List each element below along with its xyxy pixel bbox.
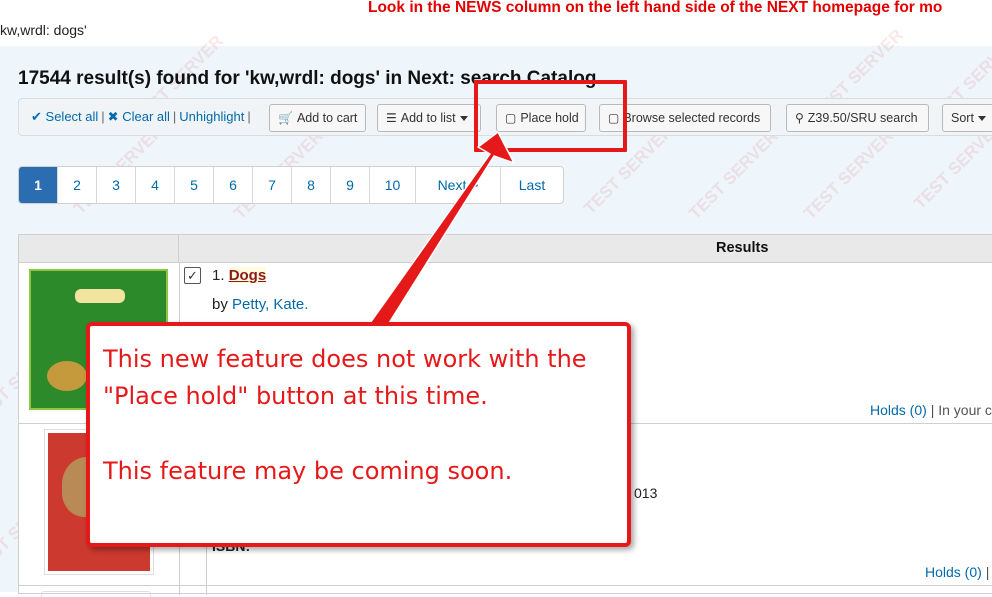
place-hold-highlight-box — [474, 80, 627, 152]
list-icon: ☰ — [386, 111, 397, 125]
page-5[interactable]: 5 — [175, 167, 214, 203]
z3950-label: Z39.50/SRU search — [807, 111, 918, 125]
publication-date-fragment: 013 — [634, 485, 658, 501]
clear-all-label: Clear all — [122, 109, 170, 124]
add-to-list-button[interactable]: ☰ Add to list — [377, 104, 481, 132]
separator: | — [985, 564, 990, 580]
results-column-header: Results — [179, 235, 992, 263]
clear-all-link[interactable]: ✖ Clear all — [108, 109, 170, 124]
holds-info: Holds (0) | In your c — [870, 402, 992, 418]
callout-line: This new feature does not work with the — [103, 345, 587, 373]
result-author-line: by Petty, Kate. — [212, 296, 308, 313]
callout-gap — [103, 415, 627, 453]
search-icon: ⚲ — [795, 111, 804, 125]
sort-label: Sort — [951, 111, 974, 125]
next-page-link[interactable]: Next > — [416, 167, 501, 203]
page-4[interactable]: 4 — [136, 167, 175, 203]
row-divider — [19, 585, 992, 586]
unhighlight-link[interactable]: Unhighlight — [179, 109, 244, 124]
callout-line: This feature may be coming soon. — [103, 457, 513, 485]
select-all-label: Select all — [45, 109, 99, 124]
author-link[interactable]: Petty, Kate. — [232, 296, 308, 313]
annotation-callout: This new feature does not work with the … — [86, 322, 631, 547]
add-to-list-label: Add to list — [400, 111, 456, 125]
news-banner: Look in the NEWS column on the left hand… — [368, 0, 943, 16]
page-1[interactable]: 1 — [19, 167, 58, 203]
author-prefix: by — [212, 296, 228, 313]
cover-title-art — [75, 289, 125, 303]
cover-dog-art — [47, 361, 87, 391]
page-3[interactable]: 3 — [97, 167, 136, 203]
add-to-cart-button[interactable]: 🛒 Add to cart — [269, 104, 366, 132]
in-your-cart-text: | In your c — [930, 402, 992, 418]
x-icon: ✖ — [107, 109, 119, 124]
page-2[interactable]: 2 — [58, 167, 97, 203]
separator: | — [247, 109, 251, 124]
page-9[interactable]: 9 — [331, 167, 370, 203]
holds-info: Holds (0) | — [925, 564, 989, 580]
select-all-link[interactable]: ✔ Select all — [31, 109, 98, 124]
result-title-link[interactable]: Dogs — [228, 267, 267, 284]
separator: | — [101, 109, 105, 124]
page-8[interactable]: 8 — [292, 167, 331, 203]
pagination: 1 2 3 4 5 6 7 8 9 10 Next > Last — [18, 166, 564, 204]
chevron-down-icon — [977, 116, 986, 122]
holds-link[interactable]: Holds (0) — [870, 402, 927, 418]
select-checkbox[interactable]: ✓ — [184, 267, 201, 284]
cart-icon: 🛒 — [278, 111, 293, 125]
chevron-down-icon — [459, 116, 468, 122]
selection-links: ✔ Select all | ✖ Clear all | Unhighlight | — [31, 109, 254, 125]
z3950-search-button[interactable]: ⚲ Z39.50/SRU search — [786, 104, 929, 132]
result-title-line: 1. Dogs — [212, 267, 267, 284]
page-6[interactable]: 6 — [214, 167, 253, 203]
table-header-cell — [19, 235, 179, 263]
last-page-link[interactable]: Last — [501, 167, 563, 203]
page-7[interactable]: 7 — [253, 167, 292, 203]
browse-selected-label: Browse selected records — [623, 111, 761, 125]
holds-link[interactable]: Holds (0) — [925, 564, 982, 580]
check-icon: ✔ — [31, 109, 42, 124]
callout-line: "Place hold" button at this time. — [103, 382, 488, 410]
add-to-cart-label: Add to cart — [296, 111, 358, 125]
result-number: 1. — [212, 267, 225, 284]
sort-button[interactable]: Sort — [942, 104, 992, 132]
breadcrumb: kw,wrdl: dogs' — [0, 16, 992, 46]
separator: | — [172, 109, 177, 124]
page-10[interactable]: 10 — [370, 167, 416, 203]
